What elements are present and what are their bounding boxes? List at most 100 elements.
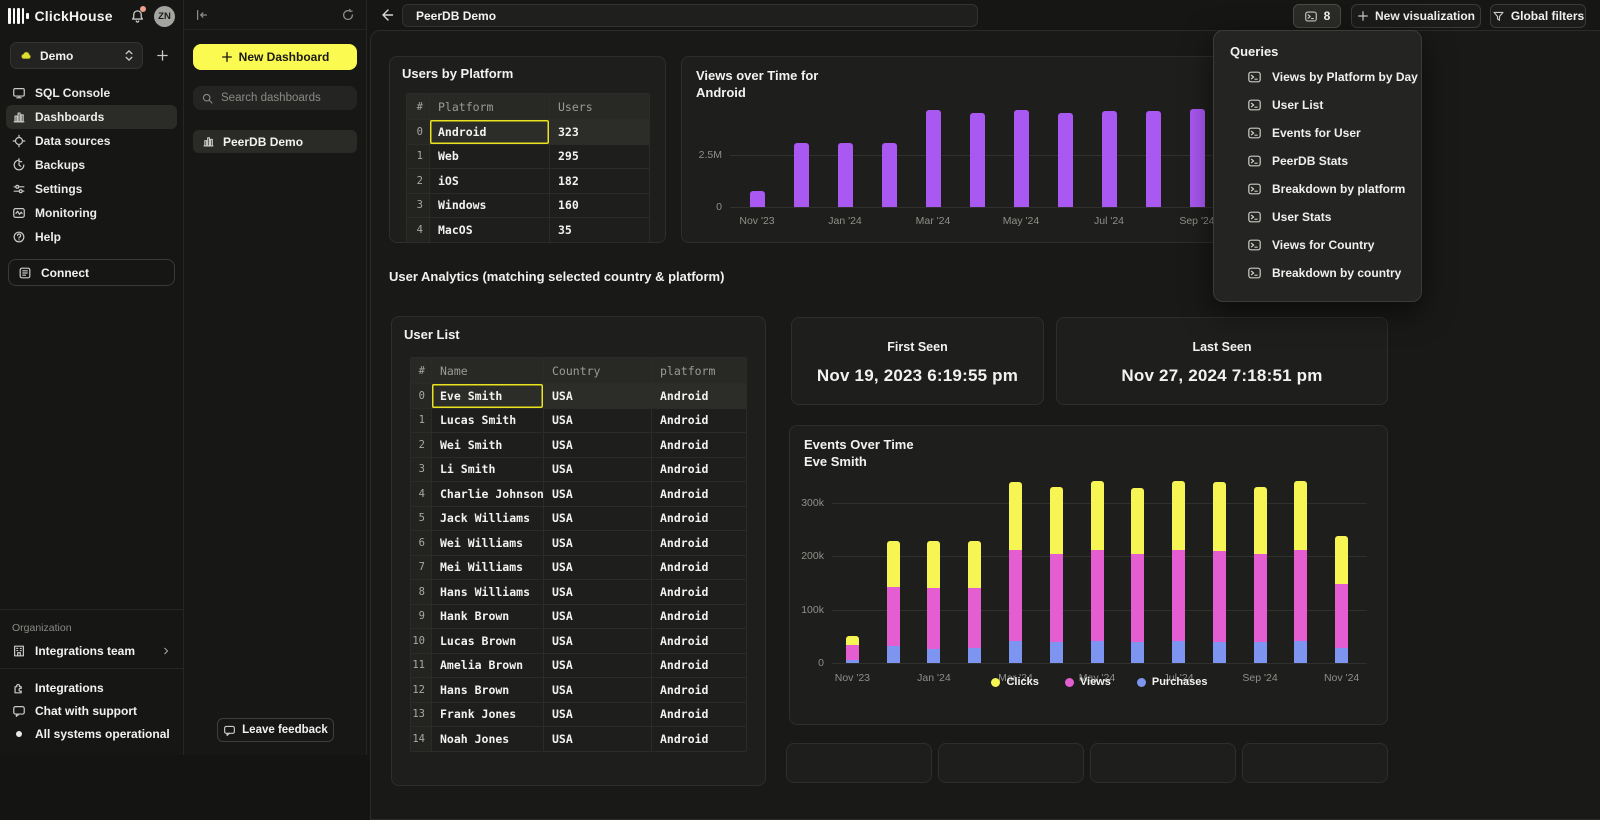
query-item[interactable]: User Stats [1247, 203, 1421, 231]
refresh-icon[interactable] [341, 8, 355, 22]
bar-segment-purchases-Jul '24[interactable] [1172, 641, 1185, 663]
table-row[interactable]: 12Hans BrownUSAAndroid [411, 677, 746, 702]
workspace-select[interactable]: Demo [10, 42, 143, 69]
dashboard-list-item[interactable]: PeerDB Demo [193, 130, 357, 153]
sidebar-item-integrations[interactable]: Integrations [12, 681, 171, 695]
bar-segment-clicks-Nov '24[interactable] [1335, 536, 1348, 584]
bar-segment-purchases-Mar '24[interactable] [1009, 641, 1022, 663]
bar-segment-purchases-Jun '24[interactable] [1131, 642, 1144, 663]
legend-item-clicks[interactable]: Clicks [991, 676, 1038, 688]
bar-Mar '24[interactable] [926, 110, 941, 207]
bar-segment-views-Mar '24[interactable] [1009, 550, 1022, 641]
table-row[interactable]: 4Charlie JohnsonUSAAndroid [411, 481, 746, 506]
bar-segment-purchases-Aug '24[interactable] [1213, 642, 1226, 663]
bar-segment-views-Jan '24[interactable] [927, 588, 940, 649]
bar-Sep '24[interactable] [1190, 109, 1205, 207]
bar-segment-clicks-Jul '24[interactable] [1172, 481, 1185, 550]
bar-segment-views-Oct '24[interactable] [1294, 550, 1307, 641]
bar-Aug '24[interactable] [1146, 111, 1161, 207]
query-item[interactable]: Breakdown by country [1247, 259, 1421, 287]
table-row[interactable]: 6Wei WilliamsUSAAndroid [411, 530, 746, 555]
bar-segment-views-Dec '23[interactable] [887, 587, 900, 647]
sidebar-item-monitoring[interactable]: Monitoring [6, 201, 177, 225]
leave-feedback-button[interactable]: Leave feedback [217, 718, 334, 742]
table-row[interactable]: 5Jack WilliamsUSAAndroid [411, 506, 746, 531]
sidebar-item-backups[interactable]: Backups [6, 153, 177, 177]
bar-Jun '24[interactable] [1058, 113, 1073, 207]
search-dashboards-input[interactable] [221, 92, 341, 104]
bar-segment-purchases-Nov '24[interactable] [1335, 648, 1348, 663]
sidebar-item-dashboards[interactable]: Dashboards [6, 105, 177, 129]
table-row[interactable]: 3Windows160 [407, 193, 649, 218]
table-row[interactable]: 0Eve SmithUSAAndroid [411, 383, 746, 408]
bar-segment-views-Aug '24[interactable] [1213, 551, 1226, 642]
bar-segment-views-Feb '24[interactable] [968, 588, 981, 648]
collapse-panel-icon[interactable] [195, 8, 209, 22]
query-item[interactable]: PeerDB Stats [1247, 147, 1421, 175]
bar-segment-clicks-Feb '24[interactable] [968, 541, 981, 587]
bar-segment-clicks-May '24[interactable] [1091, 481, 1104, 550]
avatar[interactable]: ZN [154, 6, 175, 27]
table-row[interactable]: 1Lucas SmithUSAAndroid [411, 408, 746, 433]
table-row[interactable]: 3Li SmithUSAAndroid [411, 457, 746, 482]
bar-segment-views-May '24[interactable] [1091, 550, 1104, 640]
notifications-bell-icon[interactable] [126, 5, 148, 27]
sidebar-item-sql-console[interactable]: SQL Console [6, 81, 177, 105]
table-row[interactable]: 9Hank BrownUSAAndroid [411, 604, 746, 629]
sidebar-item-data-sources[interactable]: Data sources [6, 129, 177, 153]
bar-Feb '24[interactable] [882, 143, 897, 207]
bar-Jul '24[interactable] [1102, 111, 1117, 207]
bar-segment-clicks-Apr '24[interactable] [1050, 487, 1063, 554]
bar-Apr '24[interactable] [970, 113, 985, 207]
connect-button[interactable]: Connect [8, 259, 175, 286]
sidebar-item-help[interactable]: Help [6, 225, 177, 249]
bar-segment-purchases-May '24[interactable] [1091, 641, 1104, 663]
visualization-count-button[interactable]: 8 [1293, 4, 1341, 28]
bar-segment-clicks-Jan '24[interactable] [927, 541, 940, 587]
global-filters-button[interactable]: Global filters [1490, 4, 1586, 28]
dashboard-search[interactable] [193, 86, 357, 110]
query-item[interactable]: Views by Platform by Day [1247, 63, 1421, 91]
system-status[interactable]: All systems operational [12, 727, 171, 741]
bar-segment-clicks-Dec '23[interactable] [887, 541, 900, 586]
bar-segment-views-Nov '23[interactable] [846, 645, 859, 660]
bar-May '24[interactable] [1014, 110, 1029, 207]
table-row[interactable]: 0Android323 [407, 119, 649, 144]
table-row[interactable]: 8Hans WilliamsUSAAndroid [411, 579, 746, 604]
bar-segment-views-Jul '24[interactable] [1172, 550, 1185, 640]
bar-segment-views-Apr '24[interactable] [1050, 554, 1063, 643]
new-dashboard-button[interactable]: New Dashboard [193, 44, 357, 70]
bar-segment-clicks-Jun '24[interactable] [1131, 488, 1144, 554]
bar-segment-clicks-Sep '24[interactable] [1254, 487, 1267, 554]
table-row[interactable]: 10Lucas BrownUSAAndroid [411, 628, 746, 653]
bar-segment-purchases-Nov '23[interactable] [846, 660, 859, 663]
bar-segment-purchases-Jan '24[interactable] [927, 649, 940, 663]
add-workspace-button[interactable] [151, 45, 173, 67]
bar-segment-clicks-Nov '23[interactable] [846, 636, 859, 646]
sidebar-item-chat-support[interactable]: Chat with support [12, 704, 171, 718]
table-row[interactable]: 2Wei SmithUSAAndroid [411, 432, 746, 457]
bar-Jan '24[interactable] [838, 143, 853, 207]
table-row[interactable]: 13Frank JonesUSAAndroid [411, 702, 746, 727]
table-row[interactable]: 2iOS182 [407, 168, 649, 193]
sidebar-item-settings[interactable]: Settings [6, 177, 177, 201]
query-item[interactable]: Events for User [1247, 119, 1421, 147]
bar-segment-clicks-Mar '24[interactable] [1009, 482, 1022, 551]
bar-segment-clicks-Aug '24[interactable] [1213, 482, 1226, 551]
bar-segment-purchases-Oct '24[interactable] [1294, 641, 1307, 663]
query-item[interactable]: Breakdown by platform [1247, 175, 1421, 203]
sidebar-item-integrations-team[interactable]: Integrations team [12, 644, 171, 658]
query-item[interactable]: User List [1247, 91, 1421, 119]
legend-item-purchases[interactable]: Purchases [1137, 676, 1208, 688]
table-row[interactable]: 7Mei WilliamsUSAAndroid [411, 555, 746, 580]
bar-segment-purchases-Feb '24[interactable] [968, 648, 981, 663]
bar-segment-clicks-Oct '24[interactable] [1294, 481, 1307, 551]
table-row[interactable]: 14Noah JonesUSAAndroid [411, 726, 746, 751]
dashboard-title-input[interactable]: PeerDB Demo [402, 4, 978, 27]
table-row[interactable]: 4MacOS35 [407, 217, 649, 242]
bar-segment-views-Nov '24[interactable] [1335, 584, 1348, 648]
bar-segment-purchases-Sep '24[interactable] [1254, 642, 1267, 663]
bar-Dec '23[interactable] [794, 143, 809, 207]
query-item[interactable]: Views for Country [1247, 231, 1421, 259]
bar-Nov '23[interactable] [750, 191, 765, 207]
